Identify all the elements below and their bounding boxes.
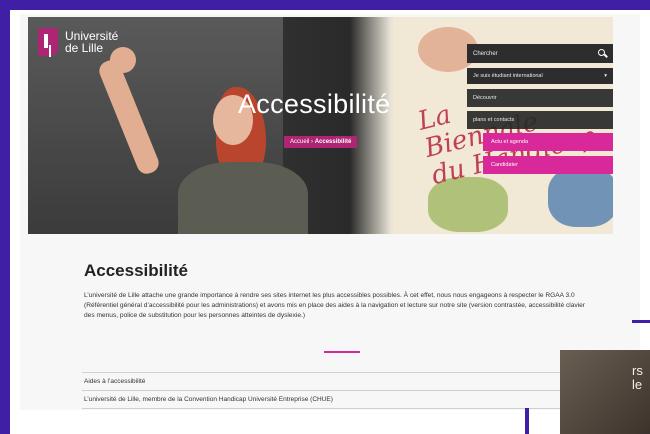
frame-left-border <box>0 0 10 434</box>
university-logo[interactable]: Université de Lille <box>38 28 118 56</box>
breadcrumb: Accueil › Accessibilité <box>284 136 358 148</box>
hero-banner: La Biennale du Handicap Université de Li… <box>28 17 613 234</box>
link-list: Aides à l’accessibilité » L’université d… <box>82 372 602 409</box>
list-item[interactable]: Aides à l’accessibilité » <box>82 372 602 390</box>
candidater-button[interactable]: Candidater <box>483 156 613 174</box>
list-item-label: Aides à l’accessibilité <box>84 378 146 385</box>
breadcrumb-home-link[interactable]: Accueil <box>290 139 309 145</box>
frame-inner-gap <box>10 10 20 434</box>
actu-agenda-button[interactable]: Actu et agenda <box>483 133 613 151</box>
hero-title: Accessibilité <box>238 89 391 119</box>
menu-item-plans-contacts[interactable]: plans et contacts <box>467 111 613 129</box>
chevron-down-icon: ▾ <box>604 73 607 79</box>
intro-paragraph: L’université de Lille attache une grande… <box>84 292 586 319</box>
breadcrumb-current: Accessibilité <box>314 139 352 145</box>
frame-accent-line <box>525 408 529 434</box>
hero-photo-body <box>178 162 308 234</box>
menu-item-decouvrir[interactable]: Découvrir <box>467 89 613 107</box>
list-item[interactable]: L’université de Lille, membre de la Conv… <box>82 390 602 409</box>
frame-accent-line <box>632 320 650 323</box>
list-item-label: L’université de Lille, membre de la Conv… <box>84 396 333 403</box>
frame-top-border <box>0 0 650 10</box>
profile-select-value: Je suis étudiant international <box>473 73 543 79</box>
search-bar[interactable]: Chercher <box>467 44 613 63</box>
section-divider <box>324 351 360 353</box>
main-navigation: Chercher Je suis étudiant international … <box>467 44 613 179</box>
logo-mark-icon <box>38 28 58 56</box>
search-icon[interactable] <box>598 49 607 58</box>
page-title: Accessibilité <box>84 261 188 280</box>
thumbnail-caption: rs le <box>632 363 643 392</box>
logo-wordmark: Université de Lille <box>65 29 119 55</box>
search-input[interactable]: Chercher <box>473 51 498 57</box>
profile-select[interactable]: Je suis étudiant international ▾ <box>467 68 613 84</box>
